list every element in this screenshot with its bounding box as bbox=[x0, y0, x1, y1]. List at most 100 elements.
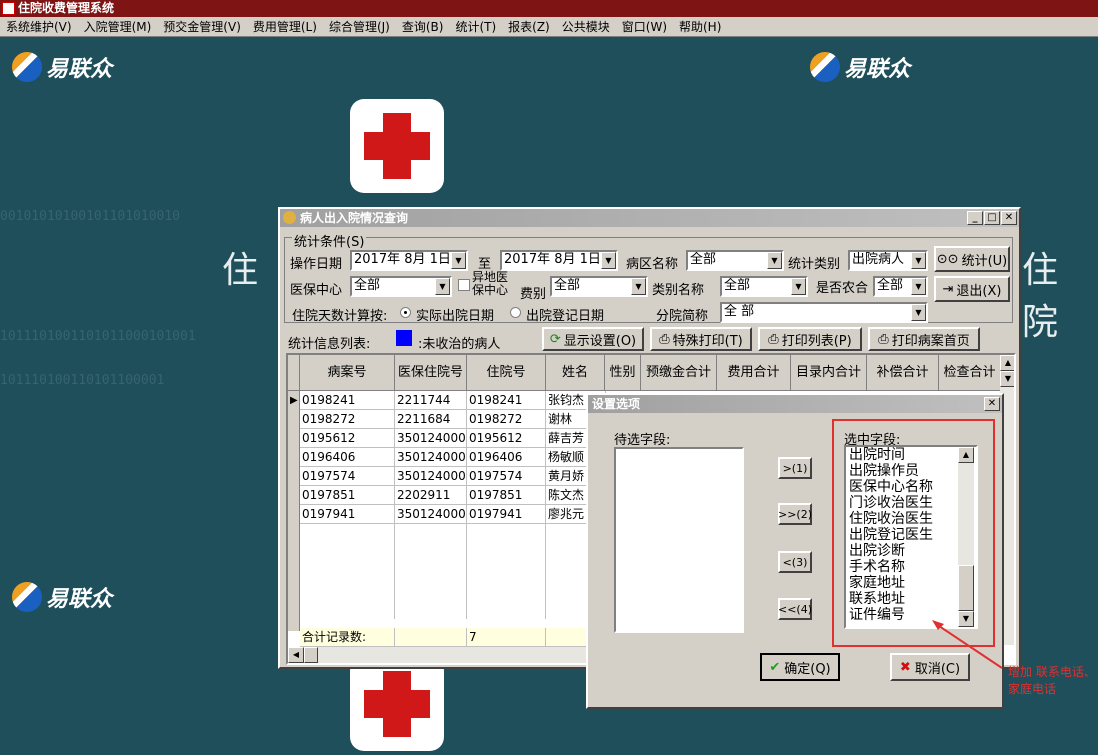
print-cover-button[interactable]: ⎙ 打印病案首页 bbox=[868, 327, 980, 351]
scroll-thumb[interactable] bbox=[304, 647, 318, 663]
column-header[interactable]: 医保住院号 bbox=[395, 355, 467, 391]
table-cell[interactable]: 0195612 bbox=[300, 429, 395, 448]
chevron-down-icon[interactable]: ▼ bbox=[911, 304, 926, 321]
table-cell[interactable]: 2211744 bbox=[395, 391, 467, 410]
selected-field-item[interactable]: 手术名称 bbox=[849, 559, 976, 575]
center-select[interactable]: 全部 ▼ bbox=[350, 276, 452, 297]
table-cell[interactable]: 0197574 bbox=[300, 467, 395, 486]
menu-window[interactable]: 窗口(W) bbox=[616, 18, 673, 35]
selected-field-item[interactable]: 家庭地址 bbox=[849, 575, 976, 591]
table-cell[interactable]: 0198241 bbox=[300, 391, 395, 410]
table-cell[interactable]: 3501240003 bbox=[395, 429, 467, 448]
chevron-down-icon[interactable]: ▼ bbox=[911, 252, 926, 269]
back-all-button[interactable]: <<(4) bbox=[778, 598, 812, 620]
stat-button[interactable]: ⊙⊙ 统计(U) bbox=[934, 246, 1010, 272]
menu-fees[interactable]: 费用管理(L) bbox=[247, 18, 323, 35]
column-header[interactable]: 姓名 bbox=[546, 355, 605, 391]
close-icon[interactable]: ✕ bbox=[1001, 211, 1017, 225]
chevron-down-icon[interactable]: ▼ bbox=[451, 252, 466, 269]
nongchuang-label: 是否农合 bbox=[816, 281, 869, 296]
move-all-button[interactable]: >>(2) bbox=[778, 503, 812, 525]
scroll-thumb[interactable] bbox=[958, 565, 974, 611]
table-cell[interactable]: 0198272 bbox=[467, 410, 546, 429]
available-fields-list[interactable] bbox=[614, 447, 744, 633]
move-one-button[interactable]: >(1) bbox=[778, 457, 812, 479]
menu-public[interactable]: 公共模块 bbox=[556, 18, 616, 35]
menu-query[interactable]: 查询(B) bbox=[396, 18, 450, 35]
column-header[interactable]: 补偿合计 bbox=[867, 355, 939, 391]
table-cell[interactable]: 3501240003 bbox=[395, 505, 467, 524]
menu-reports[interactable]: 报表(Z) bbox=[502, 18, 556, 35]
date-to-picker[interactable]: 2017年 8月 1日 ▼ bbox=[500, 250, 618, 271]
stat-type-select[interactable]: 出院病人 ▼ bbox=[848, 250, 928, 271]
table-cell[interactable]: 0198272 bbox=[300, 410, 395, 429]
column-header[interactable]: 住院号 bbox=[467, 355, 546, 391]
chevron-down-icon[interactable]: ▼ bbox=[911, 278, 926, 295]
close-icon[interactable]: ✕ bbox=[984, 397, 1000, 411]
table-cell[interactable]: 0198241 bbox=[467, 391, 546, 410]
column-header[interactable]: 费用合计 bbox=[717, 355, 791, 391]
radio-register[interactable] bbox=[510, 307, 521, 318]
selected-field-item[interactable]: 出院登记医生 bbox=[849, 527, 976, 543]
menu-admission[interactable]: 入院管理(M) bbox=[78, 18, 158, 35]
chevron-down-icon[interactable]: ▼ bbox=[791, 278, 806, 295]
show-settings-button[interactable]: ⟳ 显示设置(O) bbox=[542, 327, 644, 351]
print-list-button[interactable]: ⎙ 打印列表(P) bbox=[758, 327, 862, 351]
table-cell[interactable]: 0197574 bbox=[467, 467, 546, 486]
date-from-picker[interactable]: 2017年 8月 1日 ▼ bbox=[350, 250, 468, 271]
menu-statistics[interactable]: 统计(T) bbox=[449, 18, 502, 35]
selected-fields-list[interactable]: 出院时间 出院操作员 医保中心名称 门诊收治医生 住院收治医生 出院登记医生 出院诊断 手术名… bbox=[844, 445, 978, 629]
scroll-left-icon[interactable]: ◀ bbox=[288, 647, 304, 663]
column-header[interactable]: 检查合计 bbox=[939, 355, 1001, 391]
selected-field-item[interactable]: 出院诊断 bbox=[849, 543, 976, 559]
nongchuang-select[interactable]: 全部 ▼ bbox=[873, 276, 928, 297]
ward-select[interactable]: 全部 ▼ bbox=[686, 250, 784, 271]
scroll-down-icon[interactable]: ▼ bbox=[1000, 371, 1014, 387]
column-header[interactable]: 性别 bbox=[605, 355, 641, 391]
selected-field-item[interactable]: 出院操作员 bbox=[849, 463, 976, 479]
category-select[interactable]: 全部 ▼ bbox=[720, 276, 808, 297]
radio-actual[interactable] bbox=[400, 307, 411, 318]
menu-general[interactable]: 综合管理(J) bbox=[323, 18, 396, 35]
chevron-down-icon[interactable]: ▼ bbox=[601, 252, 616, 269]
menu-system[interactable]: 系统维护(V) bbox=[0, 18, 78, 35]
table-cell[interactable]: 2211684 bbox=[395, 410, 467, 429]
menu-help[interactable]: 帮助(H) bbox=[673, 18, 727, 35]
empty-cell bbox=[300, 600, 395, 619]
table-cell[interactable]: 0197851 bbox=[300, 486, 395, 505]
category-label: 类别名称 bbox=[652, 283, 705, 298]
column-header[interactable]: 目录内合计 bbox=[791, 355, 867, 391]
menu-deposit[interactable]: 预交金管理(V) bbox=[157, 18, 247, 35]
minimize-icon[interactable]: _ bbox=[967, 211, 983, 225]
fee-select[interactable]: 全部 ▼ bbox=[550, 276, 648, 297]
selected-field-item[interactable]: 门诊收治医生 bbox=[849, 495, 976, 511]
column-header[interactable]: 预缴金合计 bbox=[641, 355, 717, 391]
remote-checkbox[interactable] bbox=[458, 279, 470, 291]
branch-select[interactable]: 全 部 ▼ bbox=[720, 302, 928, 323]
back-one-button[interactable]: <(3) bbox=[778, 551, 812, 573]
scroll-up-icon[interactable]: ▲ bbox=[958, 447, 974, 463]
table-cell[interactable]: 0197851 bbox=[467, 486, 546, 505]
exit-button[interactable]: ⇥ 退出(X) bbox=[934, 276, 1010, 302]
selected-field-item[interactable]: 住院收治医生 bbox=[849, 511, 976, 527]
table-cell[interactable]: 3501240003 bbox=[395, 467, 467, 486]
special-print-button[interactable]: ⎙ 特殊打印(T) bbox=[650, 327, 752, 351]
chevron-down-icon[interactable]: ▼ bbox=[767, 252, 782, 269]
table-cell[interactable]: 3501240003 bbox=[395, 448, 467, 467]
table-cell[interactable]: 2202911 bbox=[395, 486, 467, 505]
column-header[interactable]: 病案号 bbox=[300, 355, 395, 391]
chevron-down-icon[interactable]: ▼ bbox=[435, 278, 450, 295]
maximize-icon[interactable]: □ bbox=[984, 211, 1000, 225]
selected-field-item[interactable]: 出院时间 bbox=[849, 447, 976, 463]
selected-field-item[interactable]: 联系地址 bbox=[849, 591, 976, 607]
settings-dialog-titlebar: 设置选项 ✕ bbox=[588, 395, 1002, 413]
table-cell[interactable]: 0196406 bbox=[300, 448, 395, 467]
table-cell[interactable]: 0197941 bbox=[467, 505, 546, 524]
chevron-down-icon[interactable]: ▼ bbox=[631, 278, 646, 295]
table-cell[interactable]: 0197941 bbox=[300, 505, 395, 524]
table-cell[interactable]: 0196406 bbox=[467, 448, 546, 467]
selected-field-item[interactable]: 医保中心名称 bbox=[849, 479, 976, 495]
scroll-up-icon[interactable]: ▲ bbox=[1000, 355, 1014, 371]
table-cell[interactable]: 0195612 bbox=[467, 429, 546, 448]
ok-button[interactable]: ✔ 确定(Q) bbox=[760, 653, 840, 681]
